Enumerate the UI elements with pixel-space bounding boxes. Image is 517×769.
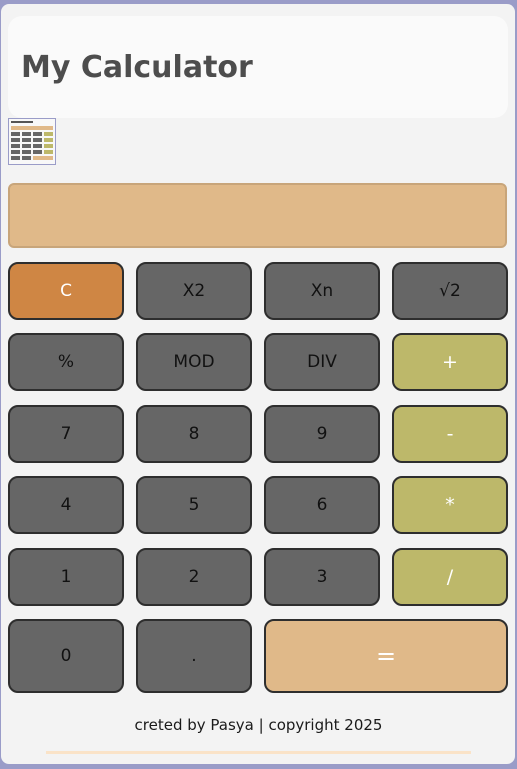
- thumbnail-key: [44, 150, 53, 154]
- digit-8-button[interactable]: 8: [136, 405, 252, 463]
- preview-thumbnail[interactable]: [8, 118, 56, 165]
- thumbnail-key: [33, 144, 42, 148]
- thumbnail-title-mark: [11, 121, 33, 123]
- thumbnail-key: [44, 132, 53, 136]
- digit-9-button[interactable]: 9: [264, 405, 380, 463]
- page-title: My Calculator: [21, 50, 253, 85]
- thumbnail-key: [22, 144, 31, 148]
- thumbnail-key: [11, 144, 20, 148]
- digit-7-button[interactable]: 7: [8, 405, 124, 463]
- thumbnail-display-mark: [11, 126, 53, 130]
- power-button[interactable]: Xn: [264, 262, 380, 320]
- multiply-button[interactable]: *: [392, 476, 508, 534]
- thumbnail-key: [22, 150, 31, 154]
- div-button[interactable]: DIV: [264, 333, 380, 391]
- clear-button[interactable]: C: [8, 262, 124, 320]
- calculator-display[interactable]: [8, 183, 507, 248]
- digit-1-button[interactable]: 1: [8, 548, 124, 606]
- thumbnail-key: [11, 150, 20, 154]
- percent-button[interactable]: %: [8, 333, 124, 391]
- thumbnail-key: [44, 144, 53, 148]
- digit-3-button[interactable]: 3: [264, 548, 380, 606]
- digit-5-button[interactable]: 5: [136, 476, 252, 534]
- digit-6-button[interactable]: 6: [264, 476, 380, 534]
- thumbnail-key: [22, 156, 31, 160]
- decimal-point-button[interactable]: .: [136, 619, 252, 693]
- thumbnail-key: [33, 156, 53, 160]
- digit-4-button[interactable]: 4: [8, 476, 124, 534]
- thumbnail-key: [44, 138, 53, 142]
- thumbnail-key: [11, 156, 20, 160]
- thumbnail-key: [22, 132, 31, 136]
- equals-button[interactable]: =: [264, 619, 508, 693]
- digit-2-button[interactable]: 2: [136, 548, 252, 606]
- thumbnail-key: [11, 132, 20, 136]
- plus-button[interactable]: +: [392, 333, 508, 391]
- square-button[interactable]: X2: [136, 262, 252, 320]
- thumbnail-key: [33, 132, 42, 136]
- square-root-button[interactable]: √2: [392, 262, 508, 320]
- minus-button[interactable]: -: [392, 405, 508, 463]
- thumbnail-key: [33, 150, 42, 154]
- footer-copyright: creted by Pasya | copyright 2025: [134, 716, 383, 734]
- thumbnail-key: [11, 138, 20, 142]
- digit-0-button[interactable]: 0: [8, 619, 124, 693]
- footer-divider: [46, 751, 471, 754]
- mod-button[interactable]: MOD: [136, 333, 252, 391]
- thumbnail-key: [22, 138, 31, 142]
- thumbnail-key: [33, 138, 42, 142]
- divide-button[interactable]: /: [392, 548, 508, 606]
